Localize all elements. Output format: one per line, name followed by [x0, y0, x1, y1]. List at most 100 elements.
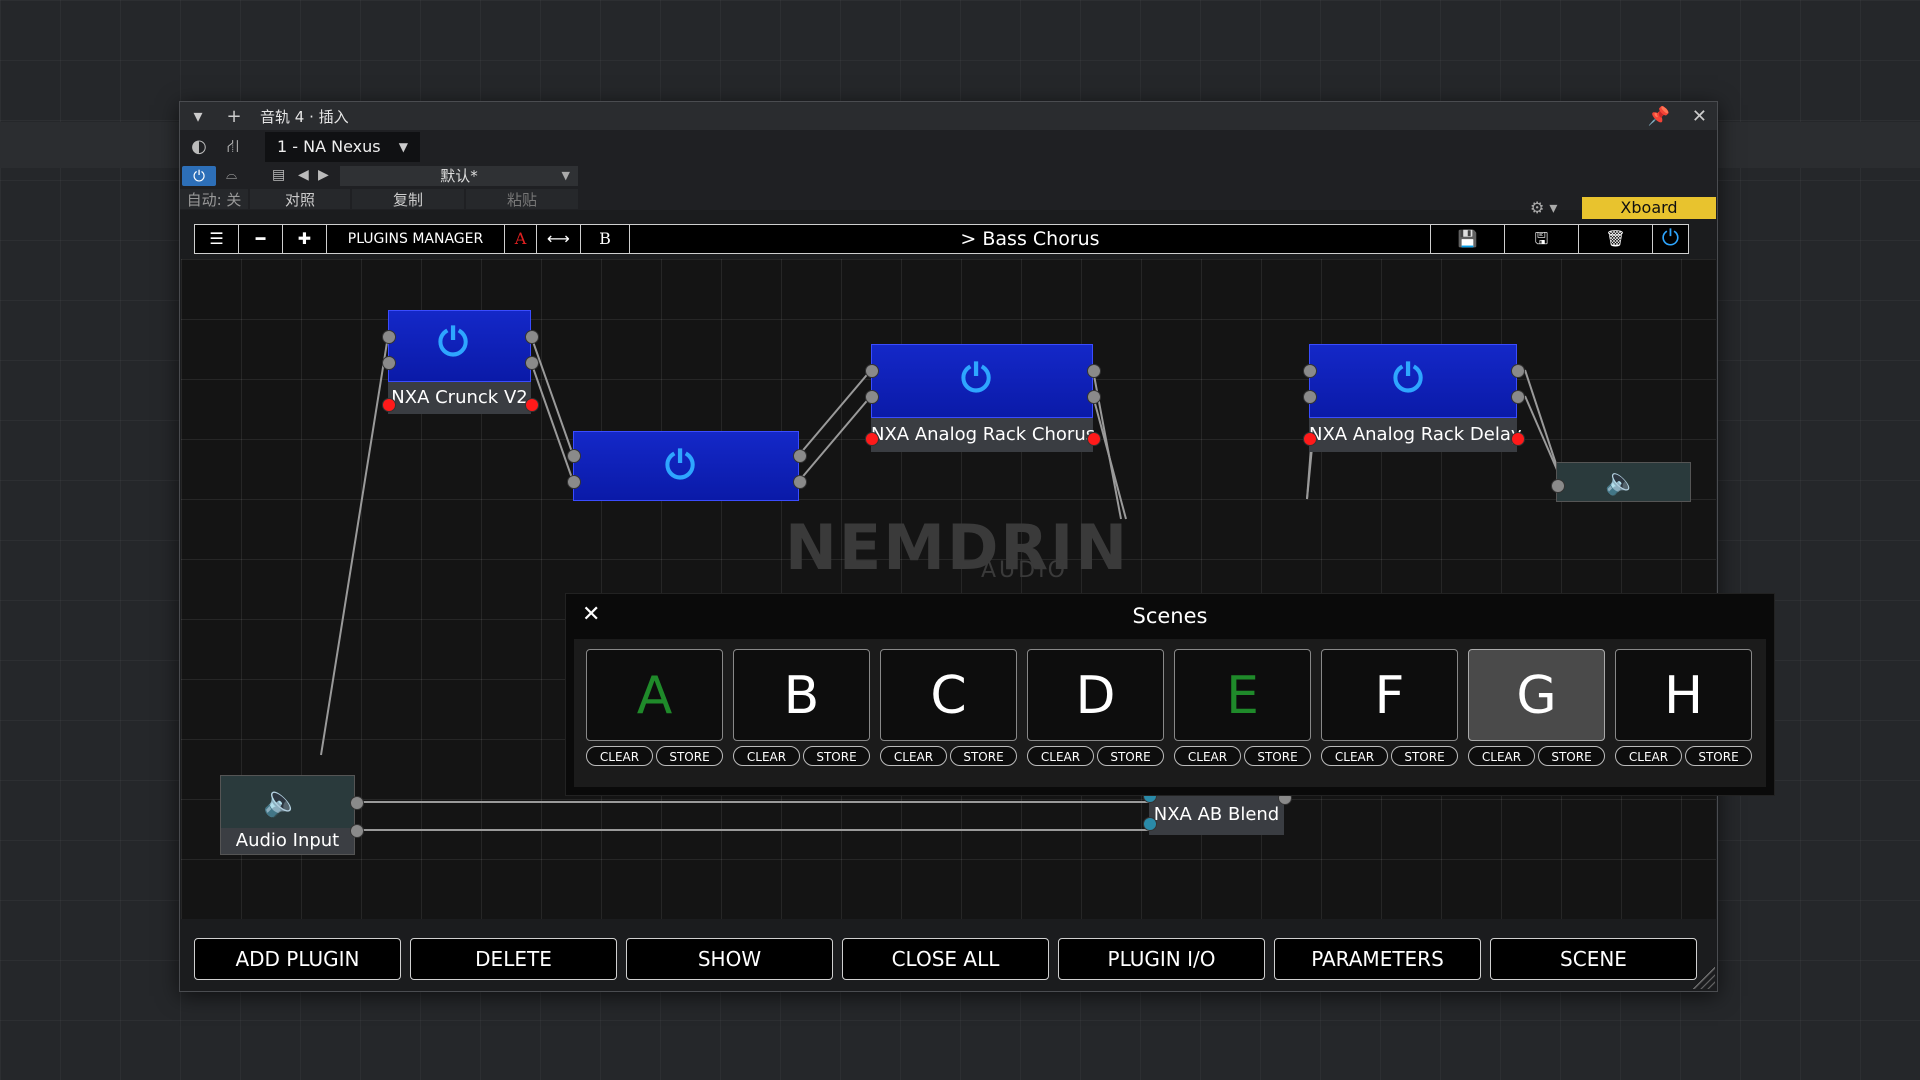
scene-b-store-button[interactable]: STORE [803, 746, 870, 766]
power-icon[interactable]: ⏻ [961, 356, 991, 401]
scene-a-button[interactable]: A [586, 649, 723, 741]
node-audio-output[interactable]: 🔈 [1551, 462, 1691, 502]
sidechain-port[interactable] [865, 432, 879, 446]
close-icon[interactable]: ✕ [582, 602, 600, 627]
output-port[interactable] [1087, 364, 1101, 378]
node-hidden-plugin[interactable]: ⏻ [567, 431, 807, 501]
input-port[interactable] [865, 364, 879, 378]
scene-h-clear-button[interactable]: CLEAR [1615, 746, 1682, 766]
input-port[interactable] [1551, 479, 1565, 493]
swap-ab-icon[interactable]: ⟷ [537, 225, 581, 253]
paste-button[interactable]: 粘贴 [466, 190, 578, 210]
node-audio-input[interactable]: 🔈 Audio Input [220, 775, 364, 855]
save-icon[interactable]: 💾 [1431, 225, 1505, 253]
parameters-button[interactable]: PARAMETERS [1274, 938, 1481, 980]
power-icon[interactable]: ⏻ [665, 443, 695, 488]
scene-f-store-button[interactable]: STORE [1391, 746, 1458, 766]
node-delay[interactable]: ⏻ NXA Analog Rack Delay [1303, 344, 1525, 454]
a-button[interactable]: A [505, 225, 537, 253]
plus-icon[interactable]: ✚ [283, 225, 327, 253]
sidechain-port[interactable] [1303, 432, 1317, 446]
scene-g-clear-button[interactable]: CLEAR [1468, 746, 1535, 766]
scene-e-clear-button[interactable]: CLEAR [1174, 746, 1241, 766]
plugin-selector[interactable]: 1 - NA Nexus ▼ [265, 132, 420, 162]
output-port[interactable] [525, 330, 539, 344]
scene-f-button[interactable]: F [1321, 649, 1458, 741]
input-port[interactable] [382, 356, 396, 370]
input-port[interactable] [1303, 364, 1317, 378]
save-as-icon[interactable]: 🖫 [1505, 225, 1579, 253]
bypass-dial-icon[interactable]: ◐ [186, 136, 212, 158]
node-ab-blend[interactable]: NXA AB Blend [1143, 789, 1292, 839]
menu-triangle-icon[interactable]: ▾ [180, 106, 216, 127]
scene-f-clear-button[interactable]: CLEAR [1321, 746, 1388, 766]
sidechain-port[interactable] [382, 398, 396, 412]
scene-d-button[interactable]: D [1027, 649, 1164, 741]
minus-icon[interactable]: ━ [239, 225, 283, 253]
scene-b-clear-button[interactable]: CLEAR [733, 746, 800, 766]
show-button[interactable]: SHOW [626, 938, 833, 980]
read-automation-icon[interactable]: ⌓ [226, 167, 237, 183]
scene-c-store-button[interactable]: STORE [950, 746, 1017, 766]
power-icon[interactable]: ⏻ [438, 320, 468, 365]
scene-c-clear-button[interactable]: CLEAR [880, 746, 947, 766]
hamburger-menu-icon[interactable]: ☰ [195, 225, 239, 253]
delete-button[interactable]: DELETE [410, 938, 617, 980]
input-port[interactable] [1143, 817, 1157, 831]
scene-d-clear-button[interactable]: CLEAR [1027, 746, 1094, 766]
node-crunck[interactable]: ⏻ NXA Crunck V2 [382, 310, 539, 418]
output-port[interactable] [350, 796, 364, 810]
input-port[interactable] [382, 330, 396, 344]
add-plugin-button[interactable]: ADD PLUGIN [194, 938, 401, 980]
output-port[interactable] [1511, 364, 1525, 378]
output-port[interactable] [793, 449, 807, 463]
output-port[interactable] [1087, 390, 1101, 404]
auto-mode-label[interactable]: 自动: 关 [180, 190, 248, 210]
sidechain-port[interactable] [525, 398, 539, 412]
input-port[interactable] [567, 449, 581, 463]
plugins-manager-button[interactable]: PLUGINS MANAGER [327, 225, 505, 253]
scene-e-store-button[interactable]: STORE [1244, 746, 1311, 766]
input-port[interactable] [865, 390, 879, 404]
output-port[interactable] [525, 356, 539, 370]
copy-button[interactable]: 复制 [352, 190, 464, 210]
scene-h-store-button[interactable]: STORE [1685, 746, 1752, 766]
close-all-button[interactable]: CLOSE ALL [842, 938, 1049, 980]
scene-e-button[interactable]: E [1174, 649, 1311, 741]
plugin-io-button[interactable]: PLUGIN I/O [1058, 938, 1265, 980]
output-port[interactable] [350, 824, 364, 838]
output-port[interactable] [793, 475, 807, 489]
routing-icon[interactable]: ⛙ [220, 136, 246, 158]
preset-list-icon[interactable]: ▤ [272, 167, 285, 183]
close-icon[interactable]: ✕ [1692, 106, 1707, 127]
add-icon[interactable]: + [216, 106, 252, 127]
trash-icon[interactable]: 🗑 [1579, 225, 1653, 253]
input-port[interactable] [567, 475, 581, 489]
scene-b-button[interactable]: B [733, 649, 870, 741]
prev-preset-icon[interactable]: ◀ [298, 167, 309, 183]
pin-icon[interactable]: 📌 [1647, 106, 1669, 127]
resize-grip[interactable] [1693, 967, 1715, 989]
scene-d-store-button[interactable]: STORE [1097, 746, 1164, 766]
power-icon[interactable]: ⏻ [1393, 356, 1423, 401]
preset-title[interactable]: > Bass Chorus [630, 225, 1431, 253]
sidechain-port[interactable] [1511, 432, 1525, 446]
scene-g-button[interactable]: G [1468, 649, 1605, 741]
scene-g-store-button[interactable]: STORE [1538, 746, 1605, 766]
scene-h-button[interactable]: H [1615, 649, 1752, 741]
b-button[interactable]: B [581, 225, 630, 253]
power-toggle-button[interactable]: ⏻ [182, 166, 216, 186]
input-port[interactable] [1303, 390, 1317, 404]
sidechain-port[interactable] [1087, 432, 1101, 446]
output-port[interactable] [1511, 390, 1525, 404]
scene-c-button[interactable]: C [880, 649, 1017, 741]
node-chorus[interactable]: ⏻ NXA Analog Rack Chorus [865, 344, 1101, 454]
scene-button[interactable]: SCENE [1490, 938, 1697, 980]
master-power-icon[interactable]: ⏻ [1653, 225, 1688, 253]
preset-selector[interactable]: 默认* ▼ [340, 166, 578, 186]
routing-canvas[interactable]: NEMDRIN AUDIO ⏻ NXA Crunck V2 ⏻ ⏻ NXA An… [181, 259, 1716, 919]
next-preset-icon[interactable]: ▶ [318, 167, 329, 183]
scene-a-clear-button[interactable]: CLEAR [586, 746, 653, 766]
scene-a-store-button[interactable]: STORE [656, 746, 723, 766]
compare-button[interactable]: 对照 [250, 190, 350, 210]
